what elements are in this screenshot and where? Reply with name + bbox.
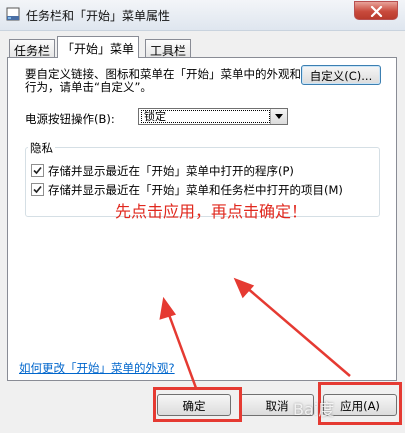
tab-start-menu[interactable]: 「开始」菜单 [57, 36, 140, 58]
power-button-select[interactable]: 锁定 [138, 108, 288, 125]
checkmark-icon [33, 166, 42, 175]
tab-toolbars[interactable]: 工具栏 [145, 39, 192, 58]
power-button-label: 电源按钮操作(B): [25, 112, 115, 126]
customize-button[interactable]: 自定义(C)... [301, 65, 381, 85]
recent-items-label: 存储并显示最近在「开始」菜单和任务栏中打开的项目(M) [48, 183, 343, 197]
dropdown-arrow[interactable] [270, 109, 287, 124]
privacy-title: 隐私 [28, 140, 55, 156]
close-icon [370, 6, 383, 17]
recent-programs-label: 存储并显示最近在「开始」菜单中打开的程序(P) [48, 164, 294, 178]
title-bar: 任务栏和「开始」菜单属性 [0, 0, 405, 31]
help-link[interactable]: 如何更改「开始」菜单的外观? [19, 360, 175, 376]
recent-items-checkbox[interactable] [31, 183, 44, 196]
recent-programs-checkbox[interactable] [31, 164, 44, 177]
instruction-annotation: 先点击应用，再点击确定！ [115, 202, 308, 221]
tab-taskbar[interactable]: 任务栏 [9, 39, 56, 58]
recent-programs-option[interactable]: 存储并显示最近在「开始」菜单中打开的程序(P) [31, 163, 294, 179]
power-button-value: 锁定 [141, 110, 270, 123]
chevron-down-icon [275, 114, 283, 119]
customize-description: 要自定义链接、图标和菜单在「开始」菜单中的外观和行为，请单击“自定义”。 [25, 67, 301, 94]
recent-items-option[interactable]: 存储并显示最近在「开始」菜单和任务栏中打开的项目(M) [31, 182, 343, 198]
ok-highlight-box [153, 387, 242, 422]
watermark: Bai度 [293, 400, 335, 419]
close-button[interactable] [354, 1, 398, 20]
window-title: 任务栏和「开始」菜单属性 [26, 9, 171, 23]
taskbar-properties-icon [6, 7, 20, 21]
checkmark-icon [33, 185, 42, 194]
